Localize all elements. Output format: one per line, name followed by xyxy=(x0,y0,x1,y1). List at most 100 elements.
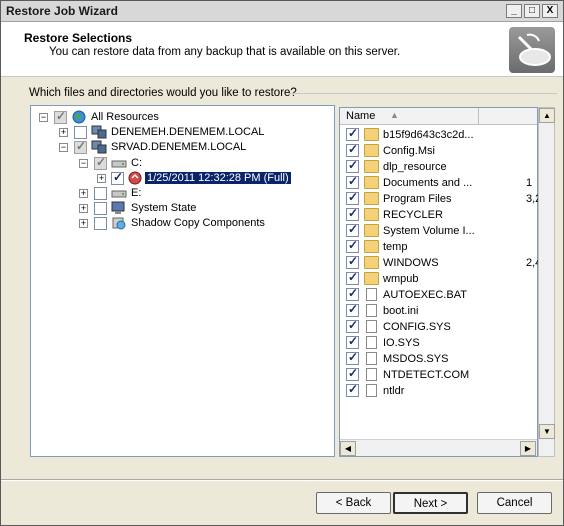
list-item[interactable]: Program Files 3,2 xyxy=(340,190,538,207)
list-item-checkbox[interactable] xyxy=(346,318,359,333)
list-item[interactable]: wmpub xyxy=(340,270,537,287)
tree-label: Shadow Copy Components xyxy=(131,217,265,229)
list-item[interactable]: ntldr xyxy=(340,382,537,399)
restore-question: Which files and directories would you li… xyxy=(29,87,297,99)
collapse-toggle-icon[interactable]: − xyxy=(39,113,48,122)
globe-icon xyxy=(72,110,86,124)
vertical-scrollbar[interactable]: ▲ ▼ xyxy=(538,107,555,457)
folder-icon xyxy=(364,240,379,253)
system-state-icon xyxy=(111,201,125,214)
list-item[interactable]: Config.Msi xyxy=(340,142,537,159)
expand-toggle-icon[interactable]: + xyxy=(97,174,106,183)
folder-icon xyxy=(364,272,379,285)
list-item-checkbox[interactable] xyxy=(346,302,359,317)
wizard-header: Restore Selections You can restore data … xyxy=(1,22,563,77)
list-item-name: AUTOEXEC.BAT xyxy=(383,289,467,301)
horizontal-scrollbar[interactable]: ◀ ▶ xyxy=(340,439,537,456)
list-item[interactable]: temp xyxy=(340,238,537,255)
list-item[interactable]: dlp_resource xyxy=(340,158,537,175)
list-item-checkbox[interactable] xyxy=(346,238,359,253)
expand-toggle-icon[interactable]: + xyxy=(59,128,68,137)
page-subtitle: You can restore data from any backup tha… xyxy=(49,46,401,58)
checkbox-system-state[interactable] xyxy=(94,202,107,215)
folder-icon xyxy=(364,192,379,205)
checkbox-server-srvad[interactable] xyxy=(74,139,87,154)
list-item-checkbox[interactable] xyxy=(346,126,359,141)
folder-icon xyxy=(364,144,379,157)
list-item-name: IO.SYS xyxy=(383,337,420,349)
list-item[interactable]: boot.ini xyxy=(340,302,537,319)
maximize-button[interactable]: □ xyxy=(524,4,540,18)
list-item-name: ntldr xyxy=(383,385,405,397)
list-item-name: dlp_resource xyxy=(383,161,447,173)
list-item[interactable]: System Volume I... xyxy=(340,222,537,239)
file-icon xyxy=(366,352,377,365)
window-title: Restore Job Wizard xyxy=(6,4,118,18)
column-header-label: Name xyxy=(346,110,376,122)
back-button[interactable]: < Back xyxy=(316,492,391,514)
file-icon xyxy=(366,288,377,301)
list-item[interactable]: AUTOEXEC.BAT xyxy=(340,286,537,303)
list-item[interactable]: NTDETECT.COM xyxy=(340,366,537,383)
list-item-size: 2,4 xyxy=(526,257,538,269)
folder-icon xyxy=(364,160,379,173)
list-item-checkbox[interactable] xyxy=(346,174,359,189)
checkbox-backup-set[interactable] xyxy=(111,170,124,185)
cancel-button[interactable]: Cancel xyxy=(477,492,552,514)
list-item[interactable]: IO.SYS xyxy=(340,334,537,351)
minimize-button[interactable]: _ xyxy=(506,4,522,18)
list-item-name: Config.Msi xyxy=(383,145,435,157)
list-item-checkbox[interactable] xyxy=(346,382,359,397)
page-title: Restore Selections xyxy=(24,31,133,45)
file-list[interactable]: Name ▲ b15f9d643c3c2d... Config.Msi dlp_re… xyxy=(339,107,538,457)
checkbox-drive-c[interactable] xyxy=(94,155,107,170)
title-bar: Restore Job Wizard _ □ X xyxy=(1,1,563,22)
restore-job-wizard-window: Restore Job Wizard _ □ X Restore Selecti… xyxy=(0,0,564,526)
collapse-toggle-icon[interactable]: − xyxy=(59,143,68,152)
list-item-checkbox[interactable] xyxy=(346,350,359,365)
list-item[interactable]: WINDOWS 2,4 xyxy=(340,254,538,271)
file-icon xyxy=(366,320,377,333)
list-item-checkbox[interactable] xyxy=(346,270,359,285)
scroll-left-icon[interactable]: ◀ xyxy=(340,441,356,456)
folder-icon xyxy=(364,224,379,237)
list-item[interactable]: RECYCLER xyxy=(340,206,537,223)
folder-icon xyxy=(364,208,379,221)
list-item[interactable]: MSDOS.SYS xyxy=(340,350,537,367)
list-item-checkbox[interactable] xyxy=(346,158,359,173)
next-button[interactable]: Next > xyxy=(393,492,468,514)
collapse-toggle-icon[interactable]: − xyxy=(79,159,88,168)
checkbox-shadow-copy[interactable] xyxy=(94,217,107,230)
list-item[interactable]: CONFIG.SYS xyxy=(340,318,537,335)
tree-label: DENEMEH.DENEMEM.LOCAL xyxy=(111,126,265,138)
expand-toggle-icon[interactable]: + xyxy=(79,204,88,213)
list-item-name: temp xyxy=(383,241,408,253)
checkbox-server-denemeh[interactable] xyxy=(74,126,87,139)
file-icon xyxy=(366,368,377,381)
list-item-checkbox[interactable] xyxy=(346,366,359,381)
checkbox-drive-e[interactable] xyxy=(94,187,107,200)
list-item-checkbox[interactable] xyxy=(346,142,359,157)
list-item-checkbox[interactable] xyxy=(346,190,359,205)
resource-tree[interactable]: − All Resources + DENEMEH.DENEMEM.LOCAL … xyxy=(30,105,335,457)
list-item-checkbox[interactable] xyxy=(346,206,359,221)
expand-toggle-icon[interactable]: + xyxy=(79,189,88,198)
list-item-checkbox[interactable] xyxy=(346,254,359,269)
drive-icon xyxy=(111,160,127,168)
list-item-checkbox[interactable] xyxy=(346,222,359,237)
list-item-name: b15f9d643c3c2d... xyxy=(383,129,474,141)
scroll-right-icon[interactable]: ▶ xyxy=(520,441,536,456)
drive-icon xyxy=(111,190,127,198)
scroll-down-icon[interactable]: ▼ xyxy=(539,424,555,439)
checkbox-all-resources[interactable] xyxy=(54,109,67,124)
expand-toggle-icon[interactable]: + xyxy=(79,219,88,228)
list-item[interactable]: Documents and ... 1 xyxy=(340,174,537,191)
column-header-name[interactable]: Name ▲ xyxy=(340,108,479,125)
list-item-checkbox[interactable] xyxy=(346,334,359,349)
scroll-up-icon[interactable]: ▲ xyxy=(539,108,555,123)
folder-icon xyxy=(364,256,379,269)
list-item[interactable]: b15f9d643c3c2d... xyxy=(340,126,537,143)
list-item-checkbox[interactable] xyxy=(346,286,359,301)
close-button[interactable]: X xyxy=(542,4,558,18)
file-icon xyxy=(366,304,377,317)
